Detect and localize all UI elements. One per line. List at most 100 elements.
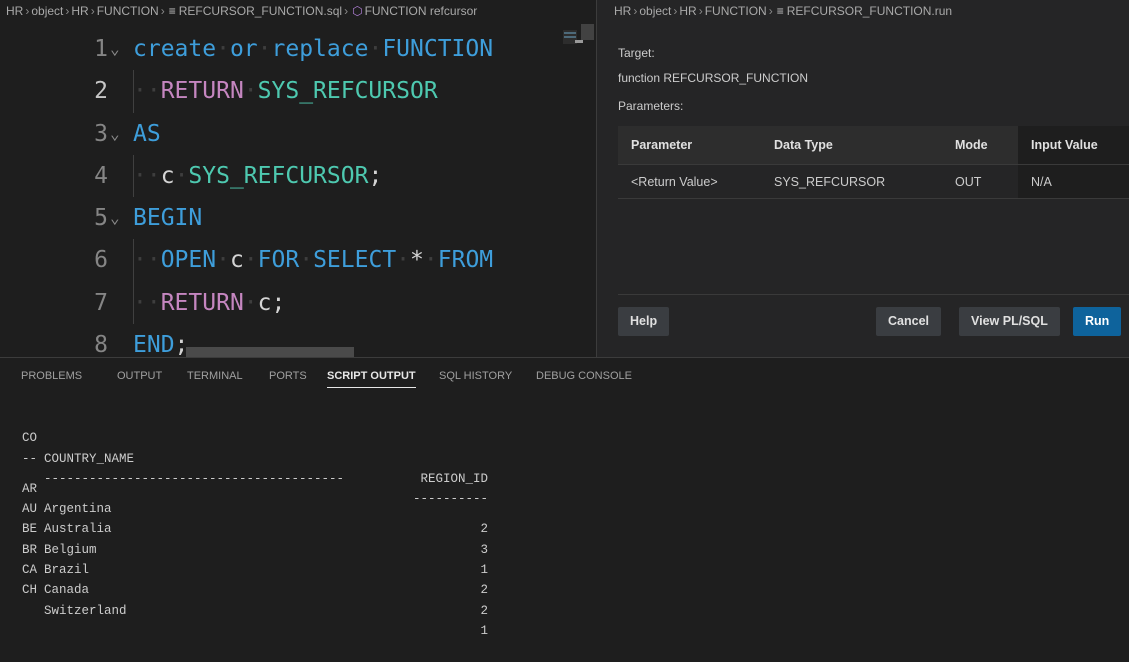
file-lines-icon: ≡ — [168, 4, 176, 18]
whitespace-marker: · — [216, 36, 230, 62]
code-editor[interactable]: HR › object › HR › FUNCTION › ≡ REFCURSOR_FUNCTIO… — [0, 0, 594, 357]
code-lines[interactable]: 1 ⌄ create·or·replace·FUNCTION 2 ··RETURN·SY… — [0, 28, 594, 357]
code-text: ··c·SYS_REFCURSOR; — [133, 155, 382, 197]
tab-sql-history[interactable]: SQL HISTORY — [439, 370, 512, 382]
whitespace-marker: · — [243, 78, 258, 105]
breadcrumb-item[interactable]: FUNCTION — [97, 4, 159, 18]
parameters-label: Parameters: — [618, 99, 684, 113]
code-token: c — [229, 247, 244, 274]
tab-ports[interactable]: PORTS — [269, 370, 307, 382]
line-number: 1 — [94, 36, 108, 62]
horizontal-scrollbar[interactable] — [186, 347, 354, 357]
whitespace-marker: · — [216, 247, 230, 274]
whitespace-marker: · — [423, 247, 438, 274]
breadcrumb-item[interactable]: FUNCTION — [705, 4, 767, 18]
breadcrumb-item[interactable]: object — [639, 4, 671, 18]
fold-chevron-icon[interactable]: ⌄ — [110, 197, 120, 239]
output-row: AR Argentina 2 — [22, 459, 488, 537]
output-header-row: CO COUNTRY_NAME REGION_ID — [22, 408, 488, 486]
output-row: CA Canada 2 — [22, 540, 488, 618]
breadcrumb-item[interactable]: FUNCTION refcursor — [365, 4, 478, 18]
code-text: ··RETURN·c; — [133, 282, 285, 324]
breadcrumb-item[interactable]: HR — [71, 4, 88, 18]
code-token: END — [133, 332, 175, 357]
whitespace-marker: · — [368, 36, 383, 62]
breadcrumb-item[interactable]: HR — [679, 4, 696, 18]
code-line[interactable]: 7 ··RETURN·c; — [0, 281, 594, 325]
parameters-table: Parameter Data Type Mode Input Value <Re… — [618, 126, 1129, 199]
code-line[interactable]: 4 ··c·SYS_REFCURSOR; — [0, 154, 594, 198]
whitespace-marker: · — [243, 247, 258, 274]
output-cell: CH — [22, 583, 38, 598]
code-token: ; — [368, 162, 383, 189]
whitespace-marker: ·· — [133, 247, 161, 274]
help-button[interactable]: Help — [618, 307, 670, 336]
code-text: BEGIN — [133, 197, 202, 239]
breadcrumb-item[interactable]: HR — [6, 4, 23, 18]
code-token: OPEN — [160, 247, 217, 274]
code-line[interactable]: 1 ⌄ create·or·replace·FUNCTION — [0, 28, 594, 70]
code-token: c — [160, 162, 175, 189]
output-row: BR Brazil 2 — [22, 519, 488, 598]
code-text: create·or·replace·FUNCTION — [133, 28, 493, 70]
whitespace-marker: · — [396, 247, 411, 274]
line-number: 7 — [94, 289, 108, 316]
run-button[interactable]: Run — [1073, 307, 1122, 336]
whitespace-marker: · — [243, 289, 258, 316]
table-row[interactable]: <Return Value> SYS_REFCURSOR OUT N/A — [618, 164, 1129, 199]
output-cell: 1 — [480, 563, 488, 578]
output-row: CH Switzerland 1 — [22, 560, 488, 638]
column-header: Input Value — [1018, 126, 1129, 165]
editor-breadcrumb: HR › object › HR › FUNCTION › ≡ REFCURSOR_FUNCTIO… — [0, 0, 594, 22]
tab-terminal[interactable]: TERMINAL — [187, 370, 243, 382]
table-cell: SYS_REFCURSOR — [761, 164, 942, 199]
chevron-right-icon: › — [344, 4, 349, 18]
run-function-panel: HR › object › HR › FUNCTION › ≡ REFCURSOR_FUNCTIO… — [596, 0, 1129, 357]
output-cell: ---------------------------------------- — [44, 471, 345, 486]
code-token: SELECT — [313, 247, 397, 274]
scrollbar-thumb[interactable] — [581, 24, 594, 40]
overview-ruler-marker — [575, 40, 583, 43]
breadcrumb-item[interactable]: REFCURSOR_FUNCTION.sql — [179, 4, 342, 18]
code-token: * — [410, 247, 424, 274]
output-cell: 2 — [480, 583, 488, 598]
cancel-button[interactable]: Cancel — [876, 307, 941, 336]
breadcrumb-item[interactable]: HR — [614, 4, 631, 18]
code-token: create — [133, 36, 217, 62]
input-value-cell[interactable]: N/A — [1018, 164, 1129, 199]
line-number: 3 — [94, 120, 108, 147]
tab-output[interactable]: OUTPUT — [117, 370, 162, 382]
whitespace-marker: · — [257, 36, 272, 62]
whitespace-marker: ·· — [133, 289, 161, 316]
whitespace-marker: ·· — [133, 78, 161, 105]
code-text: ··OPEN·c·FOR·SELECT·*·FROM — [133, 239, 493, 281]
code-token: FOR — [257, 247, 300, 274]
tab-problems[interactable]: PROBLEMS — [21, 370, 82, 382]
bottom-panel: PROBLEMS OUTPUT TERMINAL PORTS SCRIPT OU… — [0, 357, 1129, 638]
output-spacer — [22, 449, 67, 459]
code-line[interactable]: 2 ··RETURN·SYS_REFCURSOR — [0, 70, 594, 113]
tab-script-output[interactable]: SCRIPT OUTPUT — [327, 370, 416, 388]
line-number: 2 — [94, 78, 108, 105]
fold-chevron-icon[interactable]: ⌄ — [110, 113, 120, 155]
cube-icon: ⬡ — [352, 4, 363, 18]
code-token: FROM — [437, 247, 494, 274]
table-cell: <Return Value> — [618, 164, 761, 199]
output-cell: Switzerland — [44, 603, 127, 618]
view-plsql-button[interactable]: View PL/SQL — [959, 307, 1060, 336]
code-line[interactable]: 6 ··OPEN·c·FOR·SELECT·*·FROM — [0, 239, 594, 282]
line-number: 8 — [94, 332, 108, 357]
breadcrumb-item[interactable]: REFCURSOR_FUNCTION.run — [787, 4, 952, 18]
code-token: AS — [133, 120, 161, 147]
fold-chevron-icon[interactable]: ⌄ — [110, 28, 120, 70]
chevron-right-icon: › — [698, 4, 703, 18]
code-token: BEGIN — [133, 205, 203, 232]
code-token: SYS_REFCURSOR — [188, 162, 369, 189]
code-line[interactable]: 5 ⌄ BEGIN — [0, 197, 594, 239]
code-line[interactable]: 3 ⌄ AS — [0, 113, 594, 155]
code-token: SYS_REFCURSOR — [257, 78, 438, 105]
code-text: END; — [133, 324, 188, 357]
tab-debug-console[interactable]: DEBUG CONSOLE — [536, 370, 632, 382]
vertical-scrollbar[interactable] — [581, 24, 594, 357]
breadcrumb-item[interactable]: object — [31, 4, 63, 18]
